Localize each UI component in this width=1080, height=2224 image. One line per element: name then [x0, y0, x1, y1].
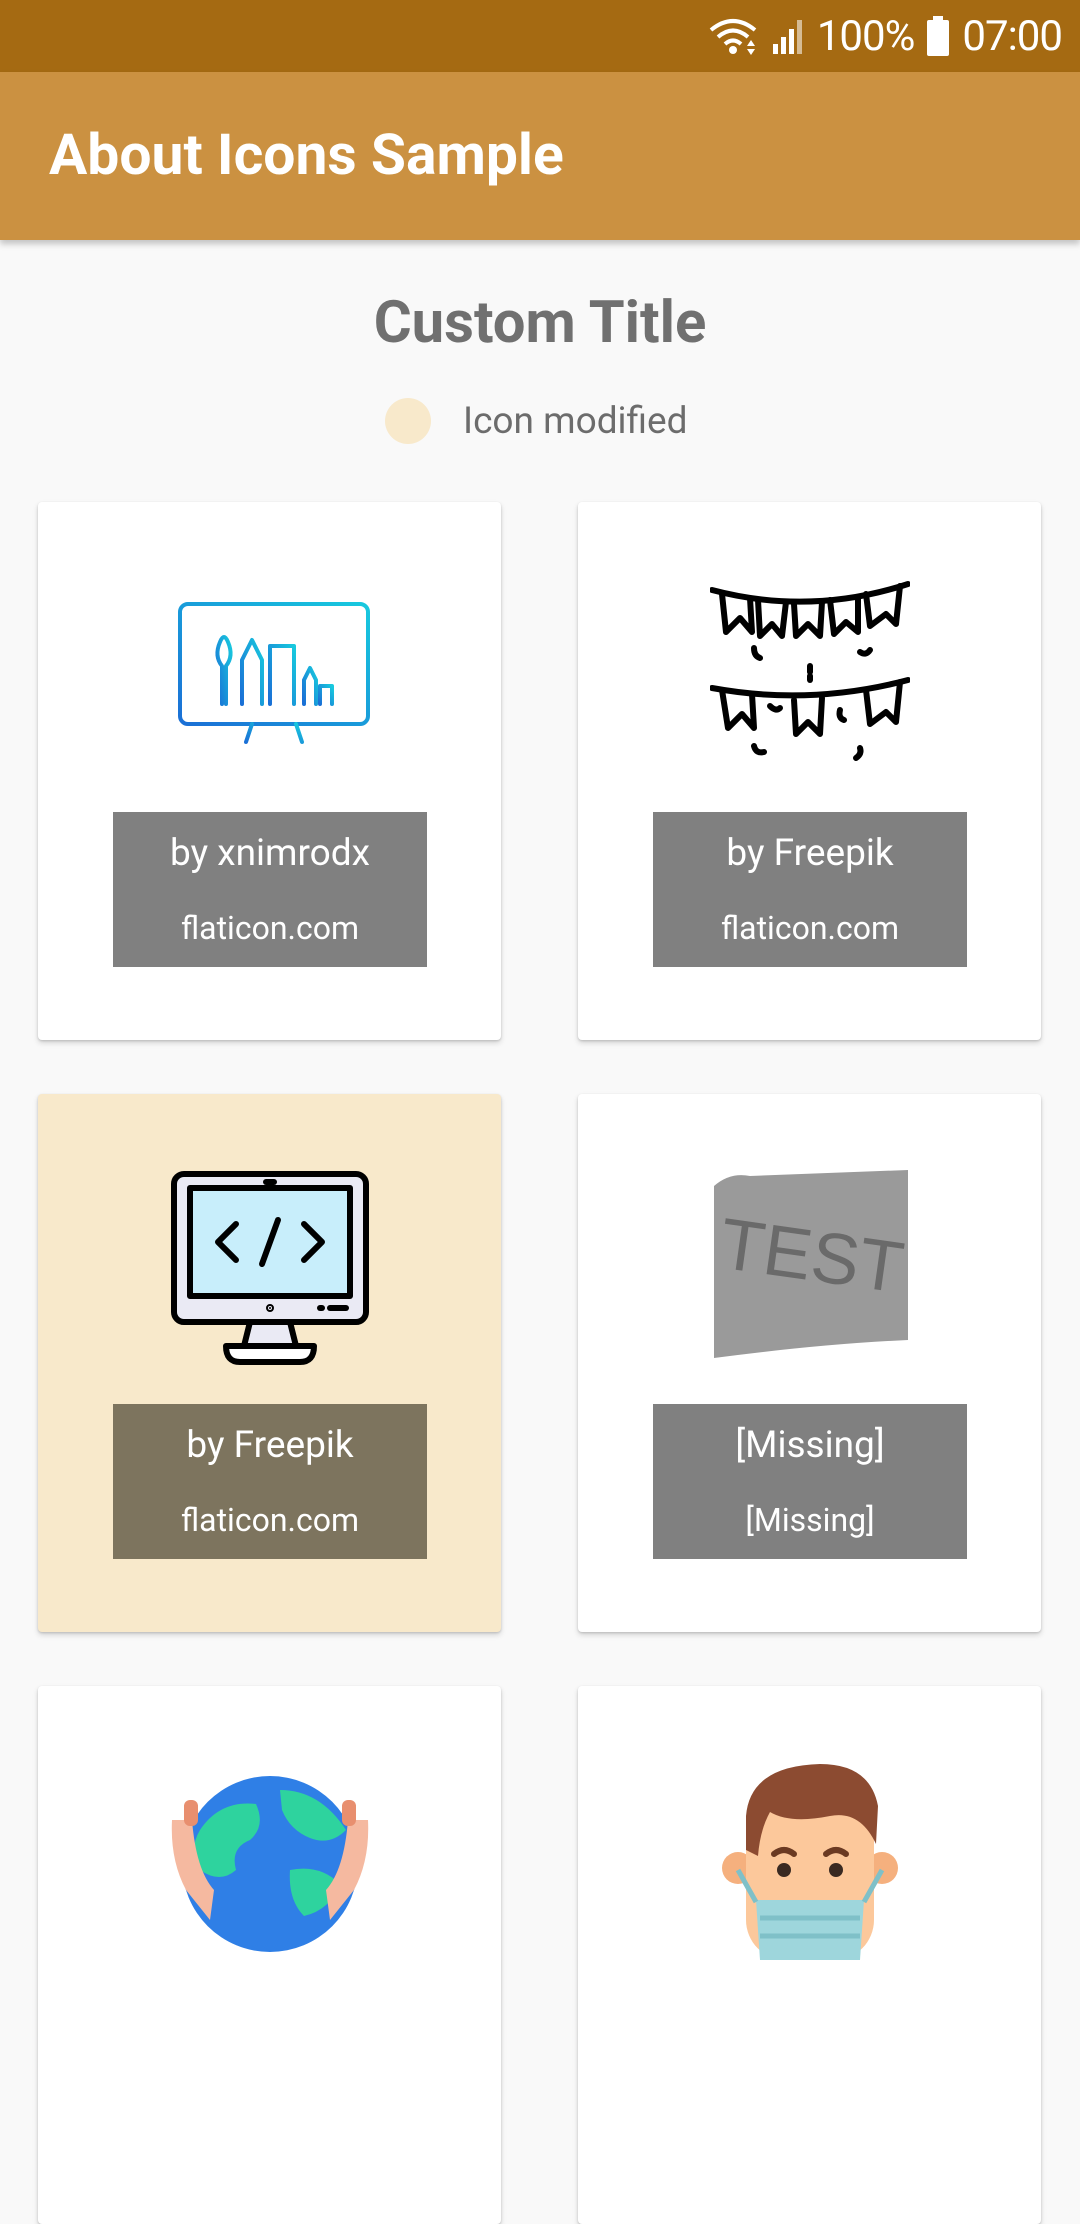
man-with-mask-icon [710, 1760, 910, 1960]
globe-in-hands-icon [170, 1760, 370, 1960]
site-text: flaticon.com [181, 1501, 359, 1539]
icon-card[interactable] [38, 1686, 501, 2224]
site-text: [Missing] [745, 1501, 875, 1539]
legend: Icon modified [385, 396, 688, 446]
icon-card[interactable]: by Freepik flaticon.com [38, 1094, 501, 1632]
monitor-code-icon [170, 1168, 370, 1368]
author-text: [Missing] [735, 1424, 885, 1467]
author-text: by Freepik [186, 1424, 354, 1467]
clock: 07:00 [962, 11, 1063, 61]
battery-percent: 100% [816, 11, 916, 61]
attribution-label: by xnimrodx flaticon.com [113, 812, 427, 967]
battery-icon [927, 16, 950, 56]
attribution-label: by Freepik flaticon.com [113, 1404, 427, 1559]
test-placeholder-icon: TEST [710, 1168, 910, 1368]
app-title: About Icons Sample [49, 121, 564, 188]
legend-label: Icon modified [463, 399, 688, 443]
attribution-label: [Missing] [Missing] [653, 1404, 967, 1559]
party-bunting-icon [710, 576, 910, 776]
signal-icon [772, 20, 802, 54]
site-text: flaticon.com [181, 909, 359, 947]
wifi-icon [709, 19, 757, 55]
status-bar: 100% 07:00 [0, 0, 1080, 72]
monitor-art-tools-icon [170, 576, 370, 776]
app-bar: About Icons Sample [0, 72, 1080, 240]
icon-card[interactable]: by Freepik flaticon.com [578, 502, 1041, 1040]
author-text: by Freepik [726, 832, 894, 875]
modified-color-dot [385, 398, 431, 444]
icon-card[interactable]: TEST [Missing] [Missing] [578, 1094, 1041, 1632]
site-text: flaticon.com [721, 909, 899, 947]
icon-card[interactable]: by xnimrodx flaticon.com [38, 502, 501, 1040]
author-text: by xnimrodx [170, 832, 370, 875]
icon-card[interactable] [578, 1686, 1041, 2224]
custom-title: Custom Title [373, 289, 707, 357]
attribution-label: by Freepik flaticon.com [653, 812, 967, 967]
